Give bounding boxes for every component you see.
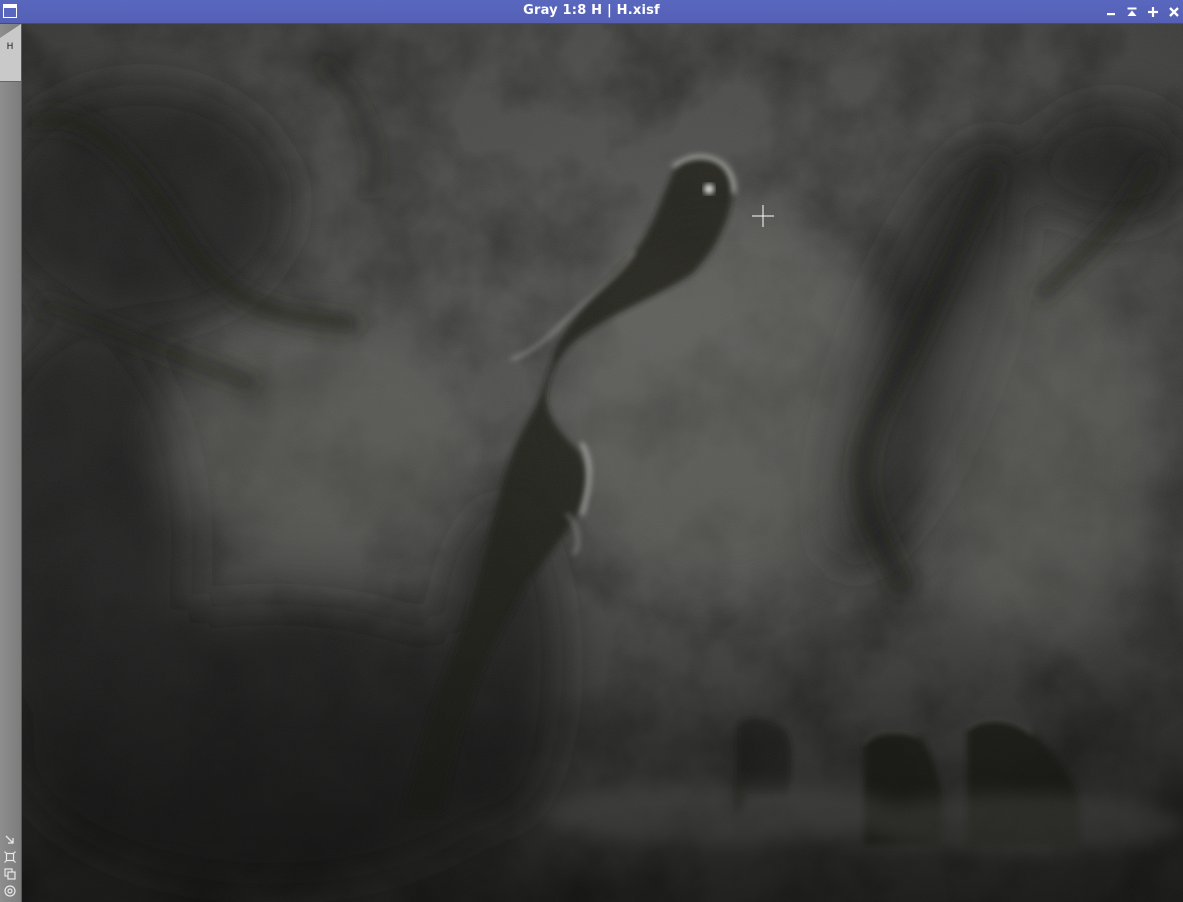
nebula-image xyxy=(22,24,1183,902)
duplicate-icon[interactable] xyxy=(3,867,17,881)
view-tab-h[interactable]: H xyxy=(0,24,21,82)
close-icon[interactable] xyxy=(1166,4,1182,20)
tab-corner xyxy=(0,24,21,38)
maximize-icon[interactable] xyxy=(1145,4,1161,20)
target-icon[interactable] xyxy=(3,884,17,898)
view-selector-strip: H xyxy=(0,24,22,902)
resize-arrow-icon[interactable] xyxy=(3,833,17,847)
fit-view-icon[interactable] xyxy=(3,850,17,864)
image-window: Gray 1:8 H | H.xisf H xyxy=(0,0,1183,902)
shade-icon[interactable] xyxy=(1124,4,1140,20)
view-tab-label: H xyxy=(6,42,14,52)
image-viewport[interactable] xyxy=(22,24,1183,902)
window-title: Gray 1:8 H | H.xisf xyxy=(523,3,660,18)
title-bar[interactable]: Gray 1:8 H | H.xisf xyxy=(0,0,1183,24)
minimize-icon[interactable] xyxy=(1103,4,1119,20)
